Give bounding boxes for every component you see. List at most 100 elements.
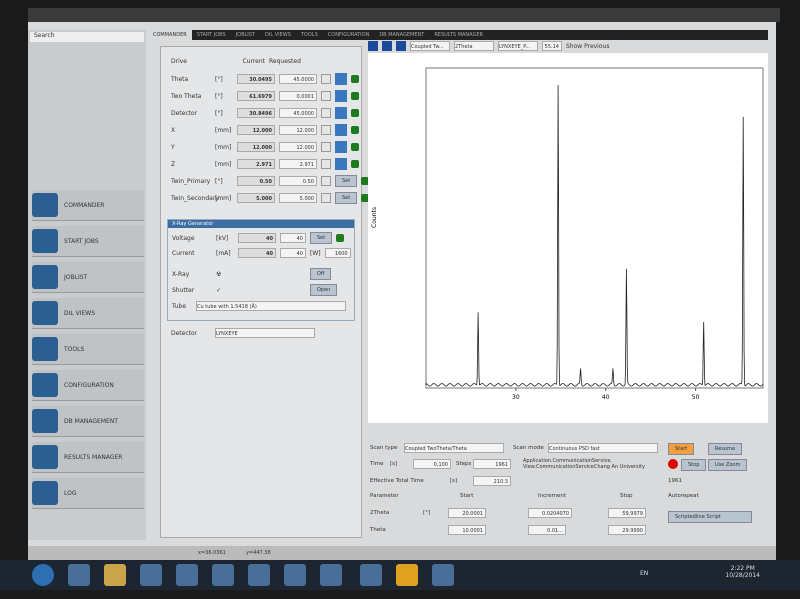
drive-requested-input[interactable]: 45.0000 bbox=[279, 74, 317, 84]
app-icon[interactable] bbox=[212, 564, 234, 586]
scan-type-select[interactable]: Coupled TwoTheta/Theta bbox=[404, 443, 504, 453]
sidebar-item[interactable]: RESULTS MANAGER bbox=[32, 442, 144, 473]
app-icon[interactable] bbox=[320, 564, 342, 586]
drive-requested-input[interactable]: 0.0001 bbox=[279, 91, 317, 101]
time-input[interactable]: 0.100 bbox=[413, 459, 451, 469]
voltage-input[interactable]: 40 bbox=[280, 233, 306, 243]
clock[interactable]: 2:22 PM 10/28/2014 bbox=[725, 565, 760, 579]
tab[interactable]: RESULTS MANAGER bbox=[429, 30, 488, 40]
drive-set-button[interactable]: Set bbox=[335, 175, 358, 187]
start-theta-input[interactable]: 10.0001 bbox=[448, 525, 486, 535]
sidebar-item[interactable]: DIL VIEWS bbox=[32, 298, 144, 329]
drive-requested-input[interactable]: 12.000 bbox=[279, 142, 317, 152]
drive-current: 5.000 bbox=[237, 193, 275, 203]
xray-on-icon: ☢ bbox=[216, 270, 222, 278]
position-value: 55.14 bbox=[542, 41, 562, 51]
drive-unit: [°] bbox=[215, 177, 223, 185]
sidebar-item[interactable]: CONFIGURATION bbox=[32, 370, 144, 401]
tab[interactable]: JOBLIST bbox=[231, 30, 260, 40]
voltage-set-button[interactable]: Set bbox=[310, 232, 333, 244]
drive-requested-input[interactable]: 0.50 bbox=[279, 176, 317, 186]
increment-2theta-input[interactable]: 0.0204070 bbox=[528, 508, 572, 518]
sidebar-item[interactable]: COMMANDER bbox=[32, 190, 144, 221]
cursor-y: y=447.38 bbox=[246, 550, 271, 556]
drive-requested-input[interactable]: 45.0000 bbox=[279, 108, 317, 118]
drive-checkbox[interactable] bbox=[321, 74, 331, 84]
tab[interactable]: START JOBS bbox=[192, 30, 231, 40]
script-select[interactable]: Scriptedline Script bbox=[668, 511, 752, 523]
increment-theta-input[interactable]: 0.01... bbox=[528, 525, 566, 535]
scan-type-label: Scan type bbox=[370, 445, 398, 451]
language-indicator[interactable]: EN bbox=[640, 570, 648, 577]
autorepeat-checkbox[interactable]: Autorepeat bbox=[668, 493, 699, 499]
move-drive-icon[interactable] bbox=[335, 90, 347, 102]
sidebar-item[interactable]: LOG bbox=[32, 478, 144, 509]
sidebar-item[interactable]: DB MANAGEMENT bbox=[32, 406, 144, 437]
fit-icon[interactable] bbox=[382, 41, 392, 51]
detector-plot-select[interactable]: LYNXEYE_P... bbox=[498, 41, 538, 51]
status-bar: x=36.0361 y=447.38 bbox=[28, 546, 776, 560]
resume-button[interactable]: Resume bbox=[708, 443, 743, 455]
move-drive-icon[interactable] bbox=[335, 73, 347, 85]
show-previous-checkbox[interactable]: Show Previous bbox=[566, 43, 609, 50]
ie-icon[interactable] bbox=[68, 564, 90, 586]
steps-input[interactable]: 1961 bbox=[473, 459, 511, 469]
drive-checkbox[interactable] bbox=[321, 108, 331, 118]
app-icon[interactable] bbox=[396, 564, 418, 586]
start-button[interactable]: Start bbox=[668, 443, 695, 455]
move-drive-icon[interactable] bbox=[335, 107, 347, 119]
stop-2theta-input[interactable]: 59.9979 bbox=[608, 508, 646, 518]
media-icon[interactable] bbox=[140, 564, 162, 586]
drive-requested-input[interactable]: 5.000 bbox=[279, 193, 317, 203]
move-drive-icon[interactable] bbox=[335, 158, 347, 170]
param-unit: [°] bbox=[423, 510, 431, 516]
drive-set-button[interactable]: Set bbox=[335, 192, 358, 204]
tab[interactable]: COMMANDER bbox=[148, 30, 192, 40]
drive-checkbox[interactable] bbox=[321, 125, 331, 135]
drive-requested-input[interactable]: 2.971 bbox=[279, 159, 317, 169]
current-input[interactable]: 40 bbox=[280, 248, 306, 258]
tab[interactable]: CONFIGURATION bbox=[323, 30, 375, 40]
stop-button[interactable]: Stop bbox=[681, 459, 707, 471]
drive-checkbox[interactable] bbox=[321, 176, 331, 186]
sidebar-item[interactable]: TOOLS bbox=[32, 334, 144, 365]
app-icon[interactable] bbox=[176, 564, 198, 586]
move-drive-icon[interactable] bbox=[335, 124, 347, 136]
tab[interactable]: DB MANAGEMENT bbox=[374, 30, 429, 40]
detector-select[interactable]: LYNXEYE bbox=[215, 328, 315, 338]
app-icon[interactable] bbox=[248, 564, 270, 586]
sidebar-item[interactable]: JOBLIST bbox=[32, 262, 144, 293]
tab[interactable]: DIL VIEWS bbox=[260, 30, 296, 40]
zoom-icon[interactable] bbox=[368, 41, 378, 51]
drive-checkbox[interactable] bbox=[321, 193, 331, 203]
app-icon[interactable] bbox=[432, 564, 454, 586]
xray-off-button[interactable]: Off bbox=[310, 268, 332, 280]
tab[interactable]: TOOLS bbox=[296, 30, 323, 40]
save-icon[interactable] bbox=[396, 41, 406, 51]
drive-checkbox[interactable] bbox=[321, 142, 331, 152]
drive-name: Y bbox=[171, 143, 175, 151]
start-2theta-input[interactable]: 20.0001 bbox=[448, 508, 486, 518]
tab-bar: COMMANDER START JOBS JOBLIST DIL VIEWS TOOLS… bbox=[148, 30, 768, 40]
start-icon[interactable] bbox=[32, 564, 54, 586]
app-icon[interactable] bbox=[284, 564, 306, 586]
stop-theta-input[interactable]: 29.9990 bbox=[608, 525, 646, 535]
drive-requested-input[interactable]: 12.000 bbox=[279, 125, 317, 135]
drive-checkbox[interactable] bbox=[321, 159, 331, 169]
axis-select[interactable]: 2Theta bbox=[454, 41, 494, 51]
scan-select[interactable]: Coupled Tw... bbox=[410, 41, 450, 51]
diffraction-chart[interactable]: Counts 30 40 50 bbox=[368, 53, 768, 423]
diffrac-icon[interactable] bbox=[360, 564, 382, 586]
search-input[interactable]: Search bbox=[30, 32, 144, 42]
drive-name: Two Theta bbox=[171, 92, 202, 100]
sidebar-item[interactable]: START JOBS bbox=[32, 226, 144, 257]
scan-mode-select[interactable]: Continuous PSD fast bbox=[548, 443, 658, 453]
drive-checkbox[interactable] bbox=[321, 91, 331, 101]
use-zoom-button[interactable]: Use Zoom bbox=[708, 459, 748, 471]
shutter-open-button[interactable]: Open bbox=[310, 284, 338, 296]
tube-select[interactable]: Cu tube with 1.5418 (Å) bbox=[196, 301, 346, 311]
explorer-icon[interactable] bbox=[104, 564, 126, 586]
drive-unit: [mm] bbox=[215, 126, 232, 134]
sidebar-item-label: DIL VIEWS bbox=[64, 309, 96, 317]
move-drive-icon[interactable] bbox=[335, 141, 347, 153]
